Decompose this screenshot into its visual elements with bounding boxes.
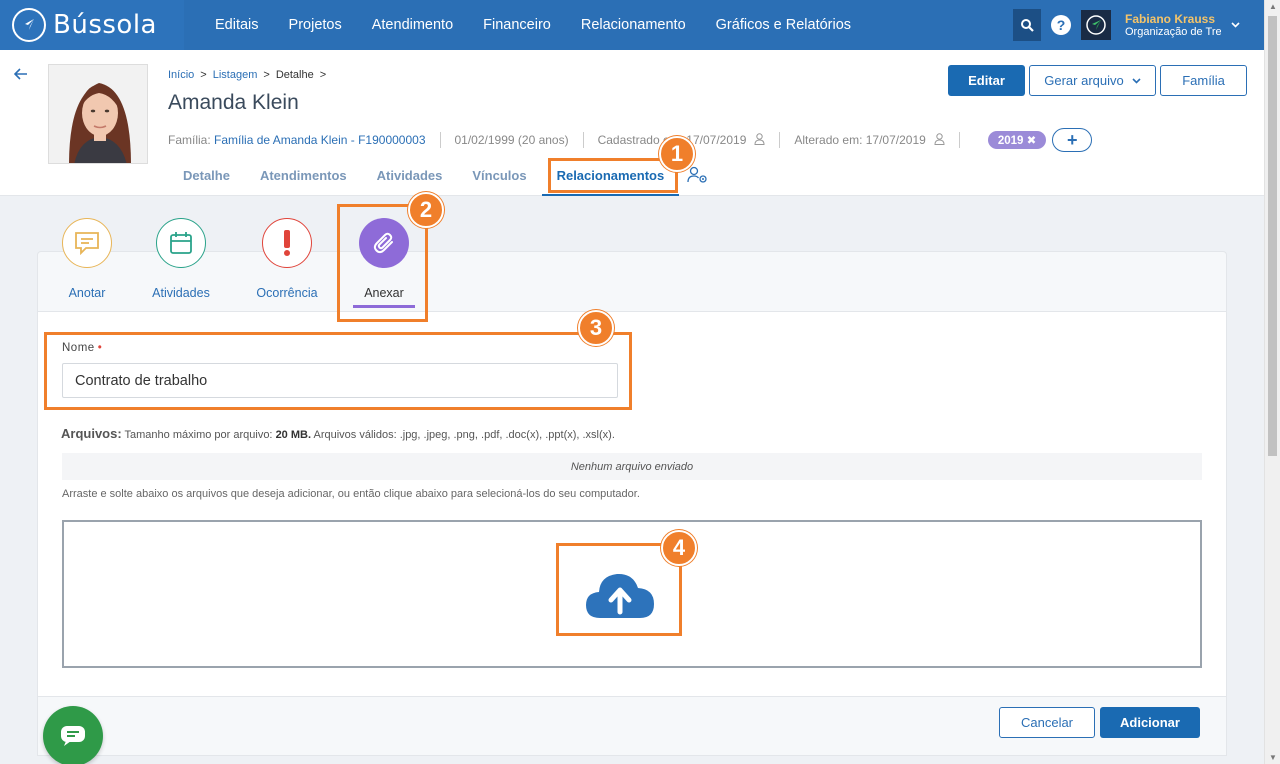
nav-item-relacionamento[interactable]: Relacionamento bbox=[566, 17, 701, 33]
anotar-action[interactable]: Anotar bbox=[42, 218, 132, 300]
chevron-down-icon[interactable] bbox=[1231, 20, 1240, 31]
generate-file-button[interactable]: Gerar arquivo bbox=[1029, 65, 1156, 96]
nav-item-financeiro[interactable]: Financeiro bbox=[468, 17, 566, 33]
record-header: Início > Listagem > Detalhe > Amanda Klein Fa… bbox=[0, 50, 1264, 196]
family-link[interactable]: Família de Amanda Klein - F190000003 bbox=[214, 133, 425, 147]
annotation-badge-1: 1 bbox=[659, 136, 695, 172]
tab-vinculos[interactable]: Vínculos bbox=[457, 160, 541, 196]
app-logo[interactable]: Bússola bbox=[0, 0, 184, 50]
name-input[interactable] bbox=[62, 363, 618, 398]
person-meta: Família: Família de Amanda Klein - F1900… bbox=[168, 128, 1093, 152]
files-hint-post: Arquivos válidos: .jpg, .jpeg, .png, .pd… bbox=[313, 429, 615, 441]
meta-divider bbox=[439, 132, 441, 148]
meta-divider bbox=[958, 132, 960, 148]
note-icon bbox=[62, 218, 112, 268]
add-tag-button[interactable]: + bbox=[1052, 128, 1093, 152]
nav-item-projetos[interactable]: Projetos bbox=[274, 17, 357, 33]
main-nav: Editais Projetos Atendimento Financeiro … bbox=[200, 0, 866, 50]
updated-date: Alterado em: 17/07/2019 bbox=[794, 133, 926, 147]
cloud-upload-icon[interactable] bbox=[584, 568, 656, 625]
user-organization: Organização de Tre bbox=[1125, 26, 1221, 38]
atividades-label: Atividades bbox=[152, 286, 210, 300]
tab-relacionamentos[interactable]: Relacionamentos bbox=[541, 160, 680, 196]
breadcrumb-listagem[interactable]: Listagem bbox=[213, 69, 258, 81]
annotation-badge-4: 4 bbox=[661, 530, 697, 566]
breadcrumb-separator: > bbox=[200, 69, 207, 81]
tab-atividades[interactable]: Atividades bbox=[362, 160, 458, 196]
birth-date: 01/02/1999 (20 anos) bbox=[454, 133, 569, 147]
user-name: Fabiano Krauss bbox=[1125, 12, 1216, 26]
files-max-size: 20 MB. bbox=[275, 429, 312, 441]
files-label: Arquivos: bbox=[61, 426, 122, 441]
anexar-action[interactable]: Anexar bbox=[339, 218, 429, 300]
chat-button[interactable] bbox=[43, 706, 103, 764]
person-photo bbox=[48, 64, 148, 164]
breadcrumb: Início > Listagem > Detalhe > bbox=[168, 69, 332, 81]
no-files-message: Nenhum arquivo enviado bbox=[62, 453, 1202, 480]
top-navbar: Bússola Editais Projetos Atendimento Fin… bbox=[0, 0, 1264, 50]
scrollbar-thumb[interactable] bbox=[1268, 16, 1277, 456]
chat-icon bbox=[61, 726, 85, 746]
header-actions: Editar Gerar arquivo Família bbox=[948, 65, 1247, 96]
family-button[interactable]: Família bbox=[1160, 65, 1247, 96]
tab-atendimentos[interactable]: Atendimentos bbox=[245, 160, 362, 196]
user-icon[interactable] bbox=[754, 132, 765, 148]
chevron-down-icon bbox=[1132, 77, 1141, 84]
paperclip-icon bbox=[359, 218, 409, 268]
record-tabs: Detalhe Atendimentos Atividades Vínculos… bbox=[168, 160, 717, 196]
page-scrollbar[interactable]: ▲ ▼ bbox=[1264, 0, 1280, 764]
annotation-badge-2: 2 bbox=[408, 192, 444, 228]
add-button[interactable]: Adicionar bbox=[1100, 707, 1200, 738]
generate-file-label: Gerar arquivo bbox=[1044, 73, 1124, 88]
name-field-label: Nome • bbox=[62, 342, 102, 354]
scroll-up-icon[interactable]: ▲ bbox=[1269, 2, 1277, 11]
tab-detalhe[interactable]: Detalhe bbox=[168, 160, 245, 196]
user-icon[interactable] bbox=[934, 132, 945, 148]
nav-item-atendimento[interactable]: Atendimento bbox=[357, 17, 468, 33]
breadcrumb-detalhe: Detalhe bbox=[275, 69, 314, 81]
annotation-badge-3: 3 bbox=[578, 310, 614, 346]
meta-divider bbox=[779, 132, 781, 148]
compass-icon bbox=[12, 8, 46, 42]
edit-button[interactable]: Editar bbox=[948, 65, 1025, 96]
name-label-text: Nome bbox=[62, 342, 95, 354]
exclamation-icon bbox=[262, 218, 312, 268]
search-icon bbox=[1021, 19, 1034, 32]
year-tag[interactable]: 2019 ✖ bbox=[987, 131, 1047, 149]
breadcrumb-separator: > bbox=[263, 69, 270, 81]
calendar-icon bbox=[156, 218, 206, 268]
breadcrumb-inicio[interactable]: Início bbox=[168, 69, 194, 81]
family-label: Família: bbox=[168, 133, 211, 147]
scroll-down-icon[interactable]: ▼ bbox=[1269, 753, 1277, 762]
nav-item-graficos[interactable]: Gráficos e Relatórios bbox=[701, 17, 866, 33]
required-indicator: • bbox=[97, 342, 103, 354]
anexar-label: Anexar bbox=[364, 286, 404, 300]
active-action-indicator bbox=[353, 305, 415, 308]
help-icon[interactable]: ? bbox=[1051, 15, 1071, 35]
organization-logo[interactable] bbox=[1081, 10, 1111, 40]
page-title: Amanda Klein bbox=[168, 91, 299, 114]
atividades-action[interactable]: Atividades bbox=[136, 218, 226, 300]
user-menu[interactable]: Fabiano Krauss Organização de Tre bbox=[1125, 12, 1221, 38]
nav-item-editais[interactable]: Editais bbox=[200, 17, 274, 33]
meta-divider bbox=[582, 132, 584, 148]
ocorrencia-label: Ocorrência bbox=[256, 286, 318, 300]
search-button[interactable] bbox=[1013, 9, 1041, 41]
ocorrencia-action[interactable]: Ocorrência bbox=[242, 218, 332, 300]
anotar-label: Anotar bbox=[68, 286, 106, 300]
app-logo-text: Bússola bbox=[53, 10, 157, 40]
files-hint-pre: Tamanho máximo por arquivo: bbox=[124, 429, 273, 441]
drag-hint: Arraste e solte abaixo os arquivos que d… bbox=[62, 488, 640, 500]
cancel-button[interactable]: Cancelar bbox=[999, 707, 1095, 738]
nav-right: ? Fabiano Krauss Organização de Tre bbox=[1013, 0, 1264, 50]
files-info: Arquivos: Tamanho máximo por arquivo: 20… bbox=[61, 426, 615, 441]
breadcrumb-separator: > bbox=[319, 69, 327, 81]
back-arrow-icon[interactable] bbox=[13, 64, 28, 85]
